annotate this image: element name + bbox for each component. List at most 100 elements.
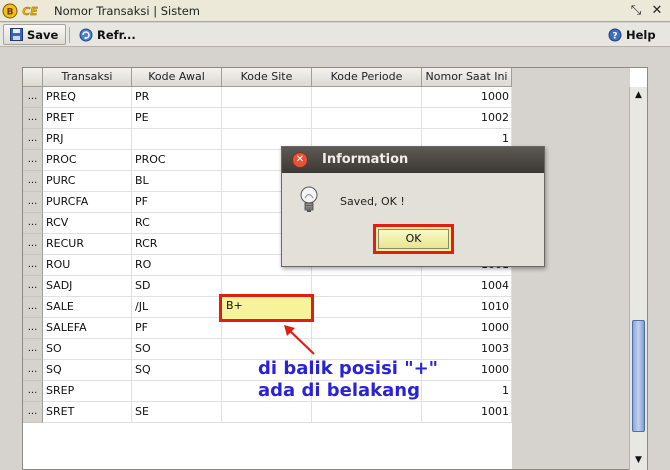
cell-kode-site[interactable] <box>222 87 312 108</box>
cell-transaksi[interactable]: PURCFA <box>43 192 132 213</box>
scroll-down-icon[interactable]: ▼ <box>631 453 646 468</box>
cell-kode-awal[interactable]: PF <box>132 318 222 339</box>
cell-kode-awal[interactable]: SE <box>132 402 222 423</box>
dialog-title: Information <box>322 152 409 167</box>
cell-nomor-saat-ini[interactable]: 1000 <box>422 87 512 108</box>
cell-kode-periode[interactable] <box>312 402 422 423</box>
header-transaksi[interactable]: Transaksi <box>43 68 132 87</box>
information-dialog: ✕ Information Saved, OK ! OK <box>281 146 545 267</box>
cell-transaksi[interactable]: RECUR <box>43 234 132 255</box>
highlighted-kode-site-value: B+ <box>226 299 243 312</box>
cell-transaksi[interactable]: SALEFA <box>43 318 132 339</box>
table-row[interactable]: ... SO SO 1003 <box>23 339 512 360</box>
cell-transaksi[interactable]: PREQ <box>43 87 132 108</box>
dialog-close-icon[interactable]: ✕ <box>292 152 308 168</box>
cell-kode-awal[interactable]: PE <box>132 108 222 129</box>
cell-transaksi[interactable]: PRJ <box>43 129 132 150</box>
toolbar-separator <box>69 27 70 43</box>
transaction-table: Transaksi Kode Awal Kode Site Kode Perio… <box>22 67 648 470</box>
cell-transaksi[interactable]: PURC <box>43 171 132 192</box>
row-selector[interactable]: ... <box>23 360 43 381</box>
cell-nomor-saat-ini[interactable]: 1003 <box>422 339 512 360</box>
header-kode-awal[interactable]: Kode Awal <box>132 68 222 87</box>
cell-kode-awal[interactable]: RO <box>132 255 222 276</box>
scroll-thumb[interactable] <box>632 320 645 432</box>
cell-kode-periode[interactable] <box>312 318 422 339</box>
cell-kode-awal[interactable]: /JL <box>132 297 222 318</box>
row-selector[interactable]: ... <box>23 108 43 129</box>
cell-kode-site[interactable] <box>222 402 312 423</box>
row-selector[interactable]: ... <box>23 255 43 276</box>
cell-transaksi[interactable]: SQ <box>43 360 132 381</box>
cell-kode-periode[interactable] <box>312 276 422 297</box>
cell-transaksi[interactable]: PRET <box>43 108 132 129</box>
header-kode-site[interactable]: Kode Site <box>222 68 312 87</box>
annotation-line-2: ada di belakang <box>258 380 420 401</box>
cell-nomor-saat-ini[interactable]: 1002 <box>422 108 512 129</box>
cell-transaksi[interactable]: SRET <box>43 402 132 423</box>
row-selector[interactable]: ... <box>23 171 43 192</box>
row-selector[interactable]: ... <box>23 318 43 339</box>
cell-kode-periode[interactable] <box>312 87 422 108</box>
row-selector[interactable]: ... <box>23 213 43 234</box>
cell-nomor-saat-ini[interactable]: 1001 <box>422 402 512 423</box>
cell-kode-periode[interactable] <box>312 339 422 360</box>
row-selector[interactable]: ... <box>23 297 43 318</box>
cell-transaksi[interactable]: SO <box>43 339 132 360</box>
cell-kode-awal[interactable]: SQ <box>132 360 222 381</box>
svg-text:CE: CE <box>22 5 38 18</box>
vertical-scrollbar[interactable]: ▲ ▼ <box>629 87 647 470</box>
cell-transaksi[interactable]: SALE <box>43 297 132 318</box>
cell-nomor-saat-ini[interactable]: 1 <box>422 381 512 402</box>
row-selector[interactable]: ... <box>23 402 43 423</box>
cell-kode-periode[interactable] <box>312 108 422 129</box>
refresh-button[interactable]: Refr... <box>73 24 147 45</box>
cell-nomor-saat-ini[interactable]: 1004 <box>422 276 512 297</box>
cell-kode-awal[interactable]: SO <box>132 339 222 360</box>
cell-kode-site[interactable] <box>222 108 312 129</box>
cell-transaksi[interactable]: SREP <box>43 381 132 402</box>
header-selector <box>23 68 43 87</box>
cell-kode-periode[interactable] <box>312 297 422 318</box>
highlighted-kode-site-cell[interactable]: B+ <box>219 294 314 322</box>
cell-kode-awal[interactable]: PR <box>132 87 222 108</box>
cell-nomor-saat-ini[interactable]: 1000 <box>422 318 512 339</box>
row-selector[interactable]: ... <box>23 276 43 297</box>
cell-kode-awal[interactable]: RCR <box>132 234 222 255</box>
ok-button[interactable]: OK <box>378 229 449 249</box>
row-selector[interactable]: ... <box>23 150 43 171</box>
table-empty-area <box>512 68 630 469</box>
cell-kode-awal[interactable] <box>132 129 222 150</box>
cell-kode-awal[interactable]: BL <box>132 171 222 192</box>
row-selector[interactable]: ... <box>23 87 43 108</box>
cell-kode-awal[interactable] <box>132 381 222 402</box>
table-row[interactable]: ... SRET SE 1001 <box>23 402 512 423</box>
header-kode-periode[interactable]: Kode Periode <box>312 68 422 87</box>
title-bar: B CE Nomor Transaksi | Sistem ⤡ ✕ <box>0 0 670 22</box>
restore-icon[interactable]: ⤡ <box>628 3 644 19</box>
close-icon[interactable]: ✕ <box>649 3 665 19</box>
cell-kode-awal[interactable]: PF <box>132 192 222 213</box>
save-icon <box>10 28 23 41</box>
header-nomor-saat-ini[interactable]: Nomor Saat Ini <box>422 68 512 87</box>
scroll-up-icon[interactable]: ▲ <box>631 88 646 103</box>
row-selector[interactable]: ... <box>23 381 43 402</box>
row-selector[interactable]: ... <box>23 192 43 213</box>
cell-kode-awal[interactable]: PROC <box>132 150 222 171</box>
table-row[interactable]: ... PRET PE 1002 <box>23 108 512 129</box>
cell-transaksi[interactable]: ROU <box>43 255 132 276</box>
cell-transaksi[interactable]: PROC <box>43 150 132 171</box>
table-row[interactable]: ... PREQ PR 1000 <box>23 87 512 108</box>
row-selector[interactable]: ... <box>23 129 43 150</box>
help-label: Help <box>626 27 656 42</box>
cell-transaksi[interactable]: SADJ <box>43 276 132 297</box>
cell-kode-awal[interactable]: RC <box>132 213 222 234</box>
help-button[interactable]: ? Help <box>602 24 668 45</box>
svg-text:?: ? <box>612 31 617 41</box>
row-selector[interactable]: ... <box>23 339 43 360</box>
cell-kode-awal[interactable]: SD <box>132 276 222 297</box>
cell-nomor-saat-ini[interactable]: 1010 <box>422 297 512 318</box>
save-button[interactable]: Save <box>3 24 66 45</box>
row-selector[interactable]: ... <box>23 234 43 255</box>
cell-transaksi[interactable]: RCV <box>43 213 132 234</box>
